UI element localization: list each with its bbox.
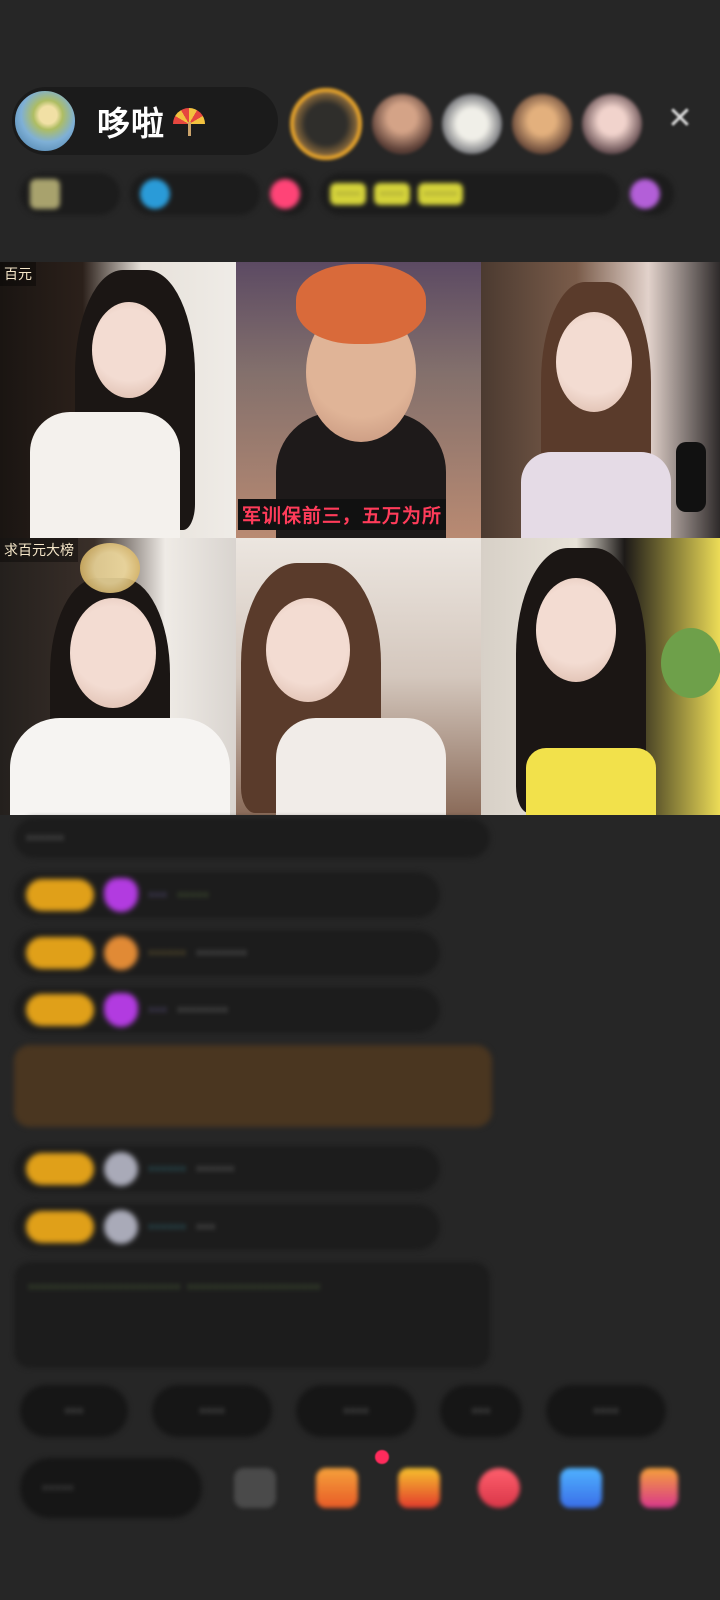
viewer-avatar[interactable] [442,94,502,154]
viewer-avatar[interactable] [372,94,432,154]
chat-text: ········ [177,998,228,1022]
gift-badge[interactable] [270,173,310,215]
chat-username[interactable]: ··· [148,883,167,907]
chat-message[interactable]: ······ ········ [14,930,440,976]
viewer-avatar[interactable] [582,94,642,154]
more-badge[interactable] [630,173,674,215]
gift-icon[interactable] [478,1468,520,1508]
viewer-avatar[interactable] [512,94,572,154]
notification-dot [375,1450,389,1464]
video-tile[interactable]: 百元 [0,262,236,538]
badge-row: ····· ····· ······· [20,170,690,218]
video-tile[interactable]: 求百元大榜 [0,538,236,815]
chat-username[interactable]: ······ [148,1215,186,1239]
gift-box-icon[interactable] [398,1468,440,1508]
fan-badge[interactable] [130,173,260,215]
chat-username[interactable]: ······ [148,1157,186,1181]
viewer-avatars [290,88,642,160]
host-name: 哆啦 [97,104,165,143]
chat-message[interactable]: ······ ······ [14,1146,440,1192]
video-tile[interactable] [481,262,720,538]
gem-icon [104,993,138,1027]
bottom-action-bar: ····· [20,1450,710,1518]
fox-icon [104,936,138,970]
chat-username[interactable]: ······ [148,941,186,965]
cloud-icon [104,1152,138,1186]
gem-icon [104,878,138,912]
chat-message[interactable]: ··· ········ [14,987,440,1033]
umbrella-icon [169,106,207,136]
tile-label: 百元 [0,262,36,286]
shop-icon[interactable] [316,1468,358,1508]
close-icon[interactable]: ✕ [662,100,698,136]
chat-message[interactable]: ······ [14,818,490,858]
chat-text: ····· [177,883,209,907]
chat-text: ······ [26,826,65,850]
more-icon[interactable] [640,1468,678,1508]
quick-reply-chip[interactable]: ··· [20,1385,128,1437]
chat-text: ········ [196,941,248,965]
chat-text: ··· [196,1215,216,1239]
quick-reply-bar: ··· ···· ···· ··· ···· [20,1385,666,1437]
quick-reply-chip[interactable]: ··· [440,1385,522,1437]
level-badge [26,879,94,911]
system-notice: ························ ···············… [14,1262,490,1368]
tile-label: 求百元大榜 [0,538,78,562]
level-badge [26,994,94,1026]
chat-username[interactable]: ··· [148,998,167,1022]
emoji-icon[interactable] [234,1468,276,1508]
video-tile[interactable] [236,538,481,815]
message-icon[interactable] [560,1468,602,1508]
quick-reply-chip[interactable]: ···· [546,1385,666,1437]
host-info-pill[interactable]: 哆啦 [12,87,278,155]
level-badge [26,937,94,969]
multi-guest-video-grid: 百元 军训保前三，五万为所 求百元大榜 [0,262,720,815]
event-banner[interactable]: ····· ····· ······· [320,173,620,215]
video-tile[interactable]: 军训保前三，五万为所 [236,262,481,538]
stream-subtitle: 军训保前三，五万为所 [238,499,447,530]
quick-reply-chip[interactable]: ···· [152,1385,272,1437]
host-avatar[interactable] [13,89,77,153]
video-tile[interactable] [481,538,720,815]
chat-text: ······ [196,1157,235,1181]
cloud-icon [104,1210,138,1244]
quick-reply-chip[interactable]: ···· [296,1385,416,1437]
level-badge [26,1153,94,1185]
chat-message[interactable]: ······ ··· [14,1204,440,1250]
comment-input[interactable]: ····· [20,1458,202,1518]
level-badge [26,1211,94,1243]
rank-badge[interactable] [20,173,120,215]
chat-message[interactable]: ··· ····· [14,872,440,918]
highlighted-chat-message[interactable] [14,1045,492,1127]
top-viewer-avatar[interactable] [290,88,362,160]
